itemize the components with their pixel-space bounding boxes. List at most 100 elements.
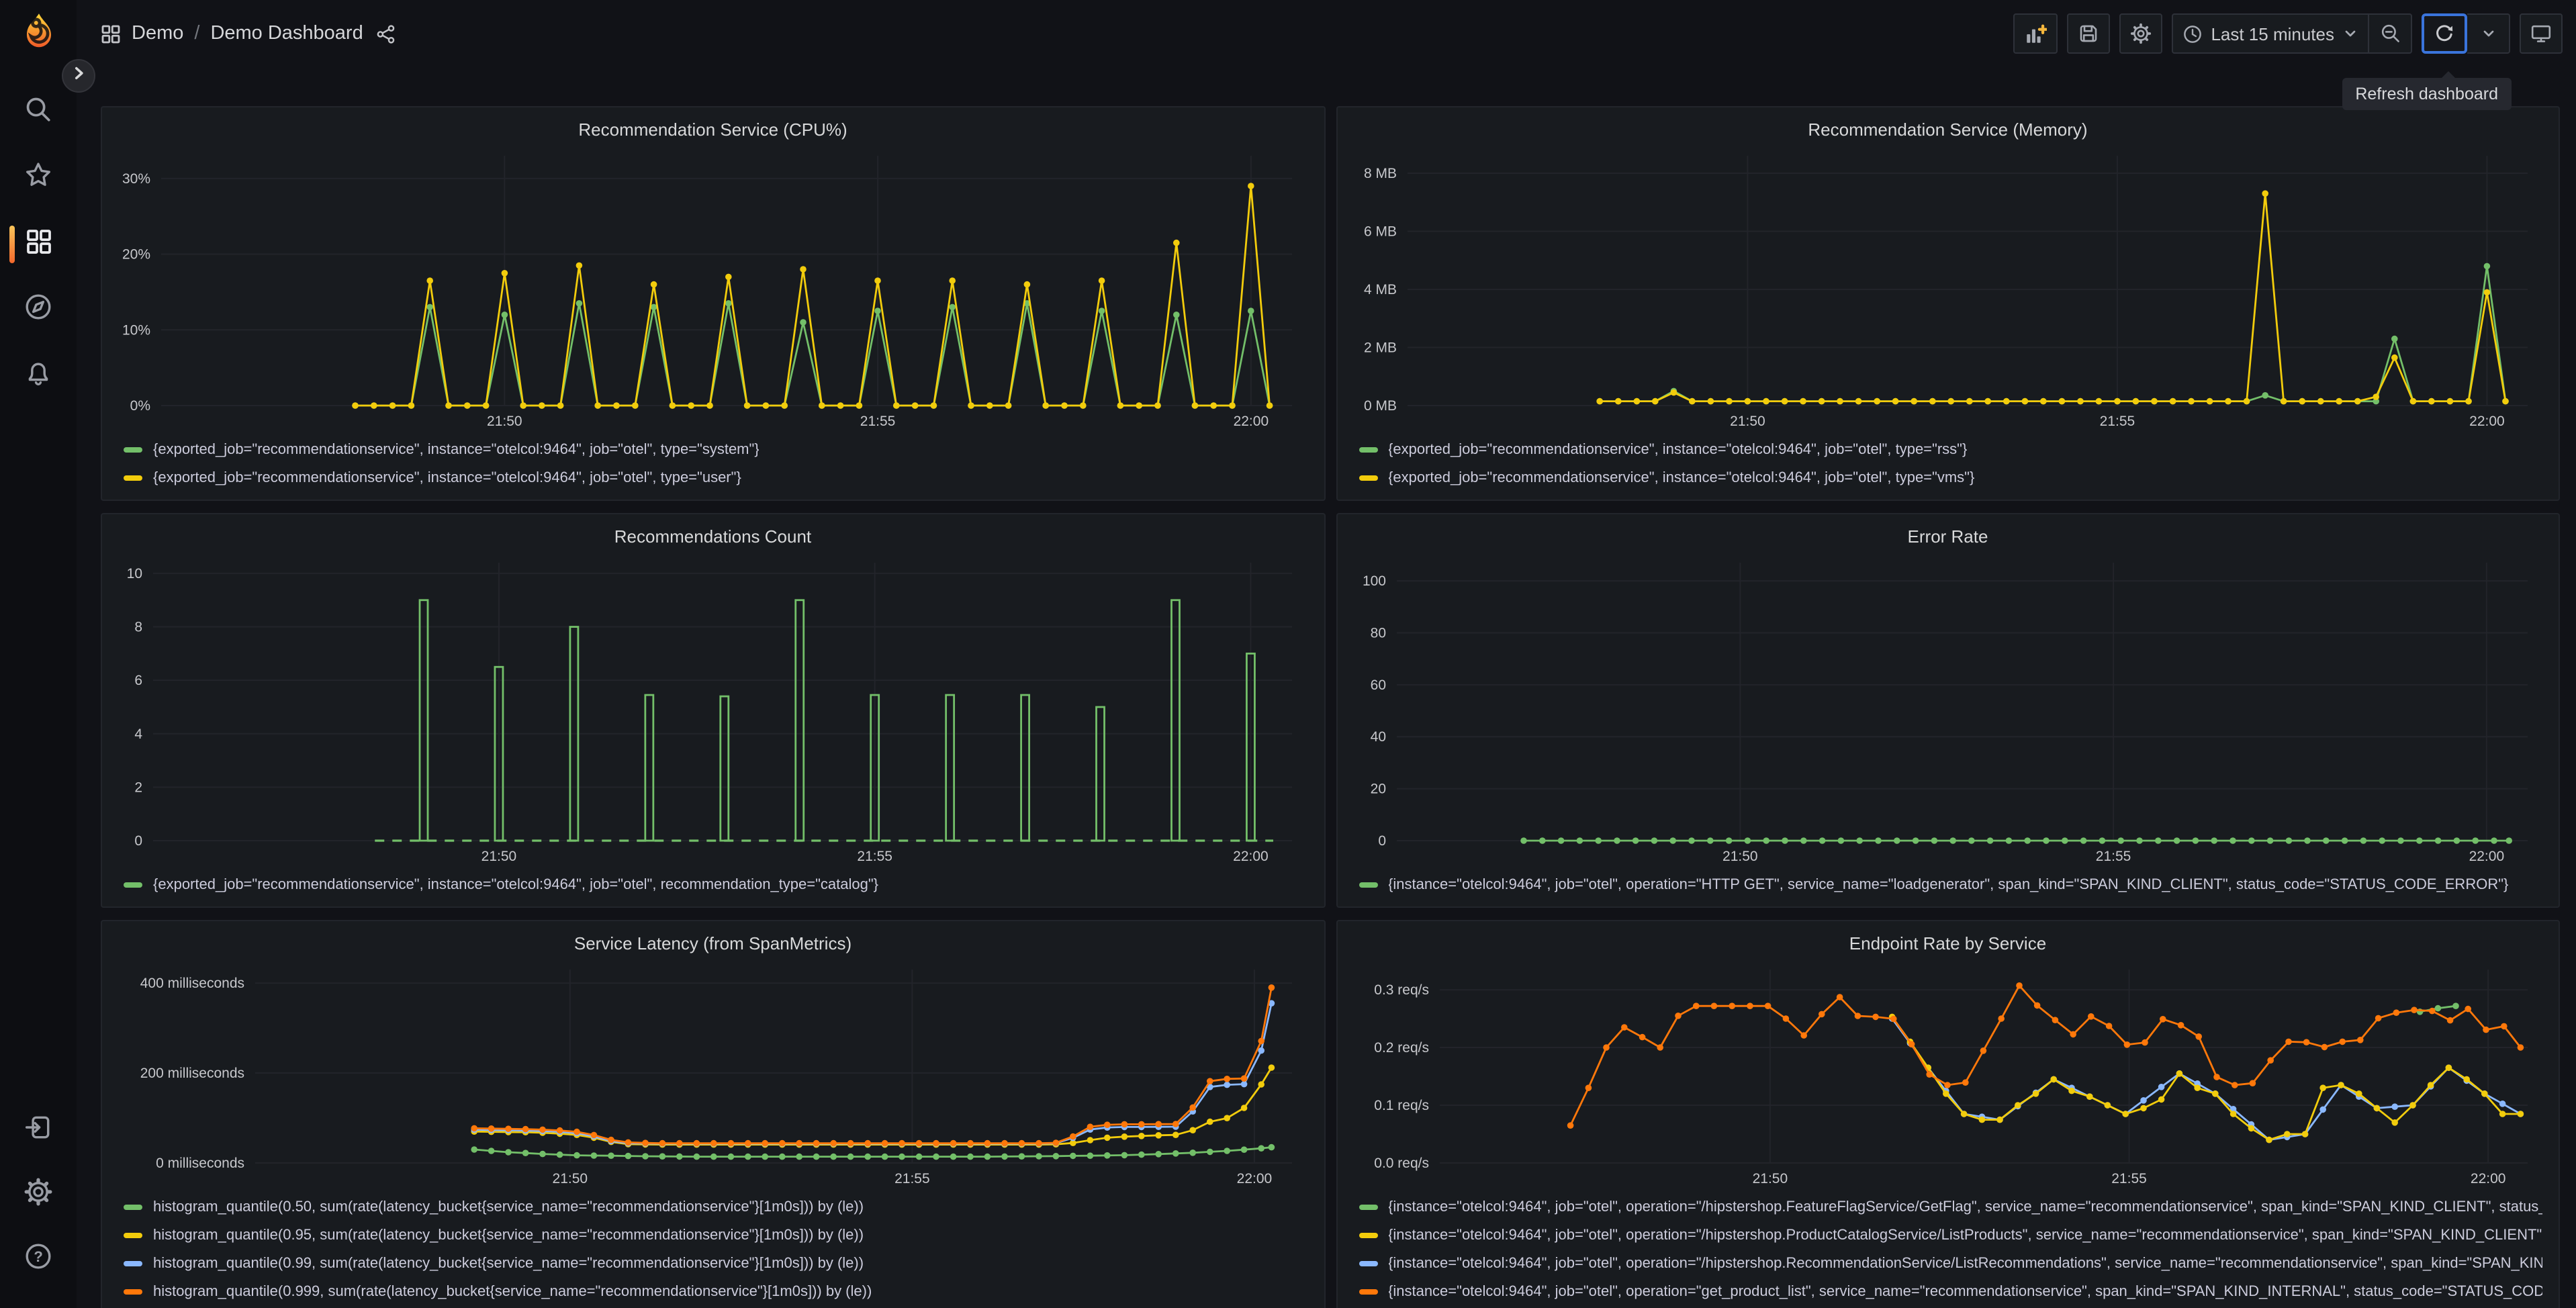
bar — [1170, 599, 1181, 842]
grafana-logo-icon[interactable] — [16, 11, 62, 56]
legend-item[interactable]: {exported_job="recommendationservice", i… — [1359, 435, 2542, 463]
y-tick-label: 100 — [1362, 573, 1385, 589]
panel-recommendation-service-memory: Recommendation Service (Memory) 0 MB 2 MB… — [1336, 106, 2560, 501]
series-point — [2359, 837, 2366, 844]
panel-title[interactable]: Recommendations Count — [116, 520, 1310, 555]
sidebar-item-dashboards[interactable] — [0, 215, 77, 274]
sidebar-item-search[interactable] — [0, 83, 77, 142]
legend-item[interactable]: {exported_job="recommendationservice", i… — [124, 870, 1307, 898]
endpoint-rate-chart[interactable]: 0.0 req/s 0.1 req/s 0.2 req/s 0.3 req/s 21:5… — [1350, 962, 2545, 1190]
series-point — [1632, 398, 1640, 405]
breadcrumb-page[interactable]: Demo Dashboard — [210, 23, 363, 44]
breadcrumb-section[interactable]: Demo — [132, 23, 183, 44]
series-point — [1996, 1116, 2003, 1123]
dashboard-toolbar: Last 15 minutes — [2013, 13, 2576, 54]
legend-item[interactable]: {instance="otelcol:9464", job="otel", op… — [1359, 1277, 2542, 1305]
share-icon[interactable] — [377, 24, 397, 44]
series-point — [2023, 837, 2030, 844]
series-point — [762, 1139, 768, 1147]
series-point — [2157, 1096, 2164, 1103]
series-point — [915, 1153, 923, 1160]
series-point — [967, 1153, 974, 1160]
legend-swatch — [1359, 1289, 1377, 1294]
series-point — [2337, 1082, 2344, 1088]
series-point — [1746, 1002, 1753, 1009]
series-point — [471, 1125, 477, 1132]
legend-item[interactable]: histogram_quantile(0.95, sum(rate(latenc… — [124, 1221, 1307, 1249]
series-point — [2434, 1005, 2441, 1012]
x-tick-label: 21:55 — [2099, 414, 2135, 429]
cpu-chart[interactable]: 0% 10% 20% 30% 21:50 21:55 22:00 — [116, 148, 1310, 432]
series-point — [1104, 1134, 1111, 1141]
series-point — [2516, 1044, 2524, 1051]
legend-item[interactable]: {instance="otelcol:9464", job="otel", op… — [1359, 870, 2542, 898]
legend-item[interactable]: {exported_job="recommendationservice", i… — [1359, 463, 2542, 492]
series-point — [2172, 837, 2180, 844]
legend-item[interactable]: {instance="otelcol:9464", job="otel", op… — [1359, 1221, 2542, 1249]
x-tick-label: 21:50 — [487, 414, 522, 429]
legend-swatch — [1359, 447, 1377, 452]
series-point — [743, 402, 751, 409]
service-latency-chart[interactable]: 0 milliseconds 200 milliseconds 400 millis… — [116, 962, 1310, 1190]
series-point — [1614, 398, 1621, 405]
series-point — [1018, 1139, 1025, 1147]
series-point — [1929, 398, 1935, 405]
legend-swatch — [124, 1204, 142, 1209]
time-range-picker[interactable]: Last 15 minutes — [2172, 13, 2369, 54]
series-point — [800, 266, 807, 273]
series-point — [1818, 1011, 1825, 1018]
legend-label: {exported_job="recommendationservice", i… — [153, 876, 879, 892]
series-point — [2285, 1038, 2291, 1045]
panel-title[interactable]: Recommendation Service (CPU%) — [116, 113, 1310, 148]
legend-item[interactable]: histogram_quantile(0.99, sum(rate(latenc… — [124, 1249, 1307, 1277]
series-point — [779, 1153, 786, 1160]
recommendations-count-chart[interactable]: 0 2 4 6 8 10 21:50 21:55 22:00 — [116, 555, 1310, 868]
y-tick-label: 200 milliseconds — [140, 1066, 244, 1081]
add-panel-button[interactable] — [2013, 13, 2058, 54]
bar — [1095, 706, 1105, 842]
sidebar-item-sign-in[interactable] — [0, 1101, 77, 1160]
dashboard-grid: Recommendation Service (CPU%) 0% 10% 20% 30… — [101, 106, 2560, 1308]
series-point — [1986, 837, 1993, 844]
sidebar-item-explore[interactable] — [0, 281, 77, 340]
dashboard-settings-button[interactable] — [2119, 13, 2163, 54]
series-point — [2266, 1057, 2273, 1064]
sidebar-item-starred[interactable] — [0, 149, 77, 208]
memory-chart[interactable]: 0 MB 2 MB 4 MB 6 MB 8 MB 21:50 21:55 22:00 — [1350, 148, 2545, 432]
panel-title[interactable]: Error Rate — [1350, 520, 2545, 555]
refresh-interval-dropdown[interactable] — [2467, 13, 2510, 54]
series-point — [2121, 1111, 2128, 1117]
error-rate-chart[interactable]: 0 20 40 60 80 100 21:50 21:55 22:00 — [1350, 555, 2545, 868]
legend-item[interactable]: {exported_job="recommendationservice", i… — [124, 435, 1307, 463]
series-point — [2410, 1007, 2417, 1013]
series-point — [2113, 398, 2120, 405]
sidebar-item-alerting[interactable] — [0, 346, 77, 406]
series-point — [2322, 837, 2329, 844]
legend-item[interactable]: {instance="otelcol:9464", job="otel", op… — [1359, 1249, 2542, 1277]
sidebar-item-help[interactable]: ? — [0, 1230, 77, 1289]
x-tick-label: 21:50 — [1729, 414, 1765, 429]
y-tick-label: 10 — [127, 566, 142, 581]
sidebar-item-configuration[interactable] — [0, 1166, 77, 1225]
panel-title[interactable]: Endpoint Rate by Service — [1350, 927, 2545, 962]
legend-item[interactable]: {instance="otelcol:9464", job="otel", op… — [1359, 1193, 2542, 1221]
refresh-dashboard-button[interactable] — [2422, 13, 2467, 54]
legend-swatch — [1359, 882, 1377, 887]
series-point — [1930, 837, 1937, 844]
expand-sidebar-button[interactable] — [62, 59, 95, 93]
zoom-out-time-button[interactable] — [2369, 13, 2412, 54]
save-dashboard-button[interactable] — [2067, 13, 2111, 54]
series-point — [1688, 837, 1694, 844]
series-point — [2446, 1017, 2453, 1024]
panel-title[interactable]: Service Latency (from SpanMetrics) — [116, 927, 1310, 962]
series-point — [2335, 398, 2342, 405]
legend-label: {exported_job="recommendationservice", i… — [1388, 441, 1968, 457]
series-point — [881, 1139, 888, 1147]
legend-item[interactable]: histogram_quantile(0.999, sum(rate(laten… — [124, 1277, 1307, 1305]
legend-item[interactable]: {exported_job="recommendationservice", i… — [124, 463, 1307, 492]
series-point — [1799, 398, 1806, 405]
cycle-view-mode-button[interactable] — [2520, 13, 2563, 54]
legend-item[interactable]: histogram_quantile(0.50, sum(rate(latenc… — [124, 1193, 1307, 1221]
search-icon — [24, 95, 52, 130]
panel-title[interactable]: Recommendation Service (Memory) — [1350, 113, 2545, 148]
